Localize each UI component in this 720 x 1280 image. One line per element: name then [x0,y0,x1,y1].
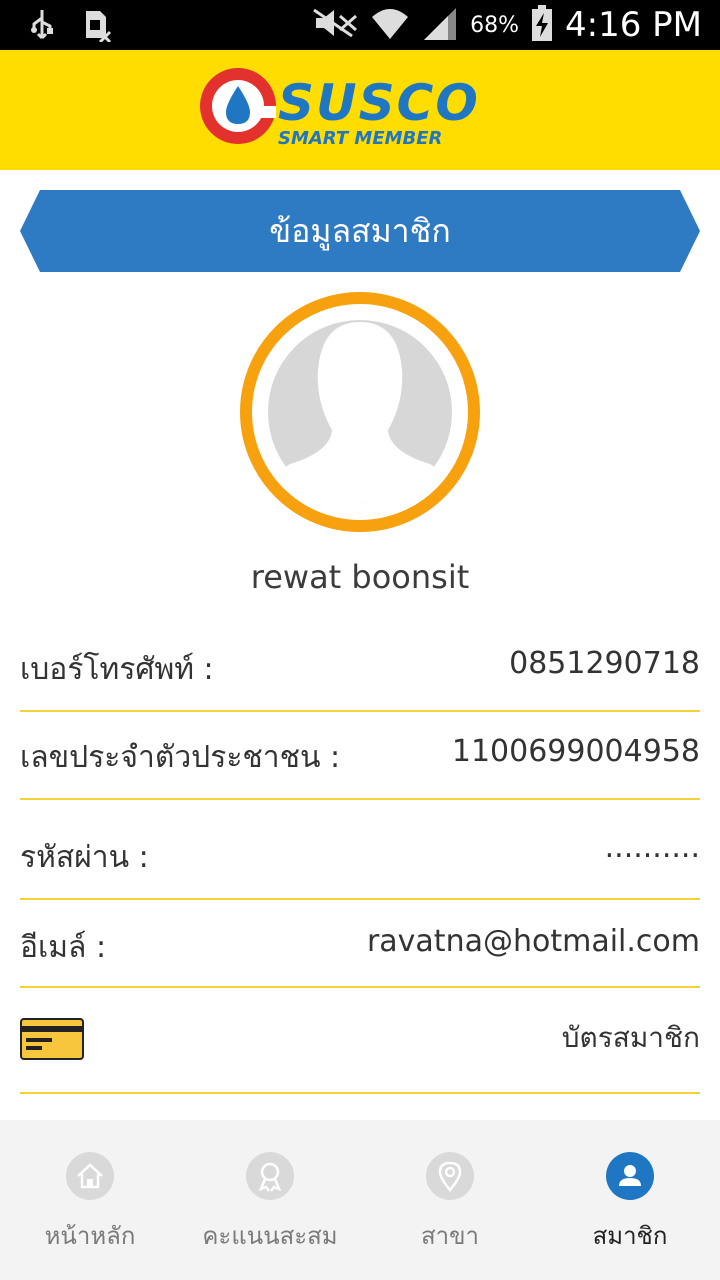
usb-icon [28,8,56,40]
home-icon [66,1152,114,1200]
citizen-id-value: 1100699004958 [451,734,700,769]
nav-member-label: สมาชิก [592,1222,668,1250]
nav-points-label: คะแนนสะสม [202,1222,338,1250]
page-title-banner: ข้อมูลสมาชิก [20,190,700,272]
member-card-label: บัตรสมาชิก [561,1021,700,1054]
location-pin-icon [426,1152,474,1200]
clock: 4:16 PM [565,5,702,45]
nav-home[interactable]: หน้าหลัก [0,1120,180,1280]
svg-text:SMART MEMBER: SMART MEMBER [278,128,442,149]
profile-name: rewat boonsit [250,558,470,596]
phone-label: เบอร์โทรศัพท์ : [20,652,214,687]
sim-missing-icon [82,8,112,44]
wifi-icon [370,5,410,45]
app-header: SUSCO SMART MEMBER [0,50,720,170]
status-bar: 68% 4:16 PM [0,0,720,50]
page-title: ข้อมูลสมาชิก [269,212,451,250]
phone-value: 0851290718 [509,646,700,681]
member-card-icon [20,1018,84,1060]
battery-charging-icon [531,5,553,45]
nav-points[interactable]: คะแนนสะสม [180,1120,360,1280]
susco-logo: SUSCO SMART MEMBER [196,66,536,156]
award-icon [246,1152,294,1200]
avatar[interactable] [240,292,480,532]
nav-home-label: หน้าหลัก [44,1222,136,1250]
password-row[interactable]: รหัสผ่าน : .......... [20,800,700,900]
email-row[interactable]: อีเมล์ : ravatna@hotmail.com [20,900,700,988]
password-label: รหัสผ่าน : [20,840,149,875]
email-value: ravatna@hotmail.com [366,924,700,959]
signal-icon [422,6,458,44]
nav-member[interactable]: สมาชิก [540,1120,720,1280]
nav-branches[interactable]: สาขา [360,1120,540,1280]
password-value: .......... [604,830,700,865]
user-icon [606,1152,654,1200]
battery-percent: 68% [470,12,519,38]
citizen-id-label: เลขประจำตัวประชาชน : [20,740,341,775]
nav-branches-label: สาขา [420,1222,479,1250]
member-card-row[interactable]: บัตรสมาชิก [20,988,700,1094]
bottom-navigation: หน้าหลัก คะแนนสะสม สาขา สมาชิก [0,1120,720,1280]
email-label: อีเมล์ : [20,930,107,965]
mute-icon [312,6,358,44]
svg-text:SUSCO: SUSCO [278,74,480,132]
phone-row: เบอร์โทรศัพท์ : 0851290718 [20,624,700,712]
citizen-id-row: เลขประจำตัวประชาชน : 1100699004958 [20,712,700,800]
